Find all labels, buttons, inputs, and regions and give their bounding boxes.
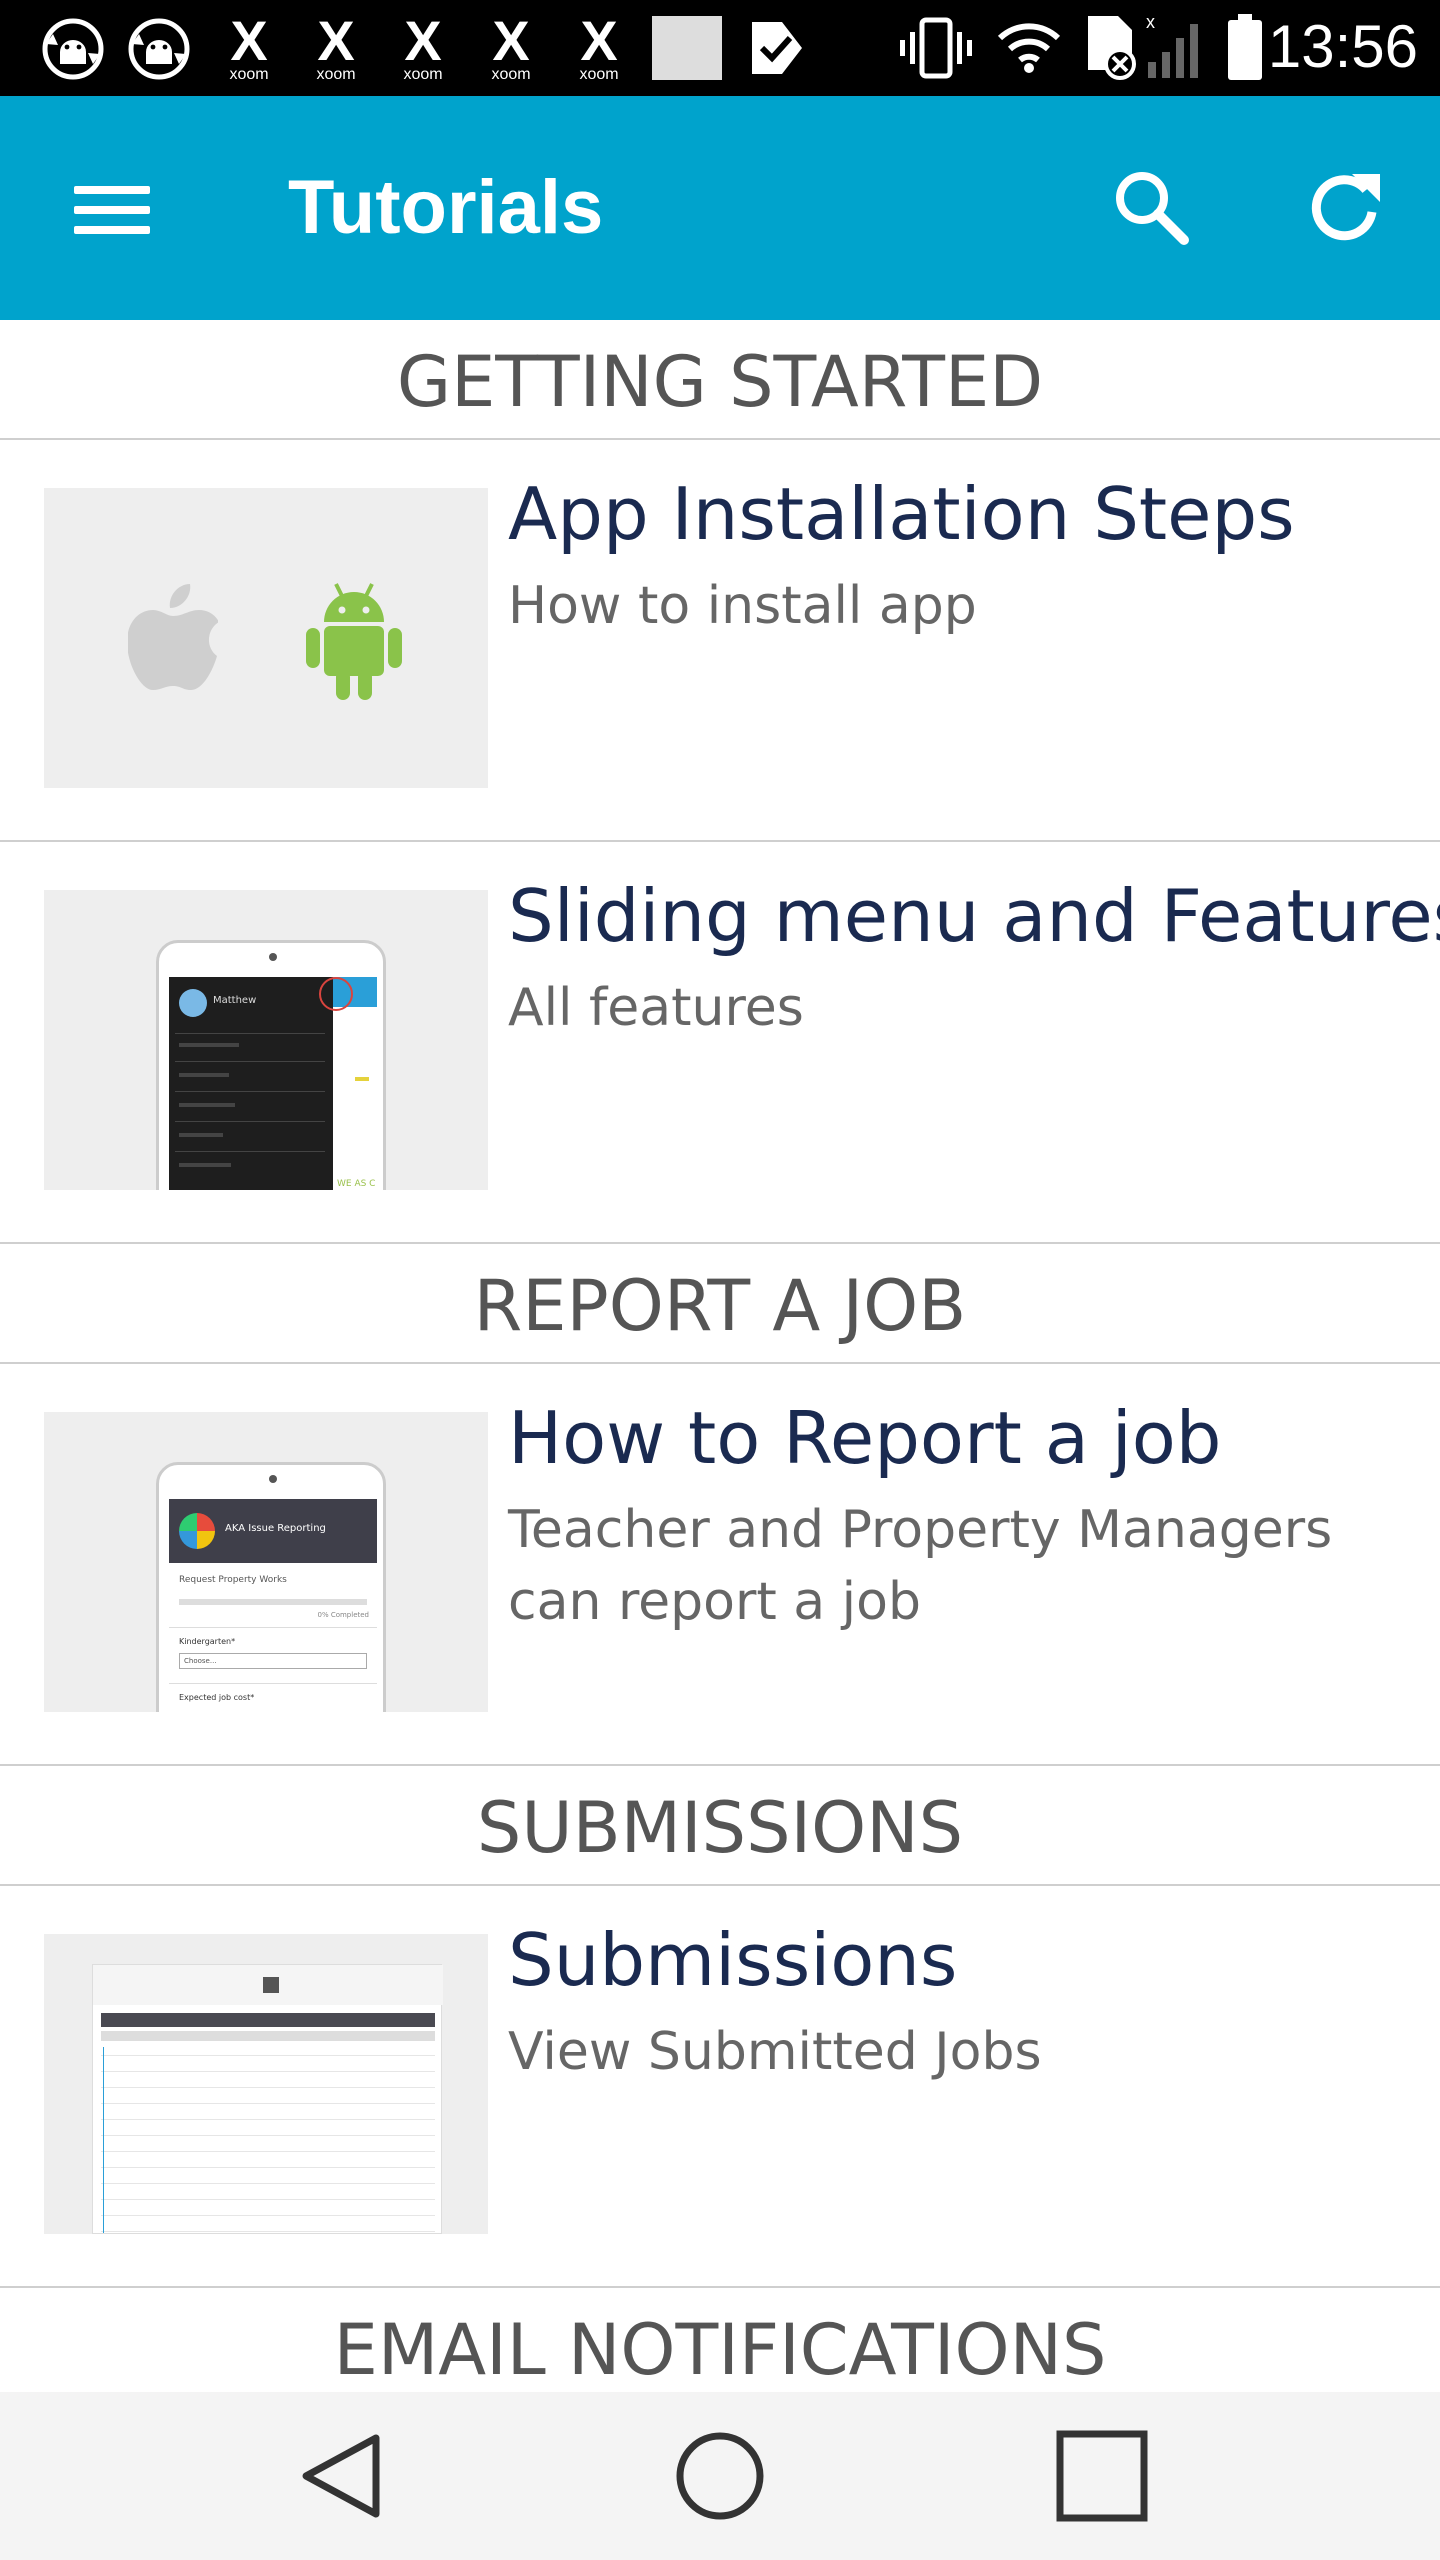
drawer-panel: Matthew	[169, 977, 333, 1190]
item-subtitle: All features	[508, 978, 804, 1038]
menu-button[interactable]	[60, 164, 160, 254]
search-button[interactable]	[1104, 160, 1200, 256]
item-title: App Installation Steps	[508, 472, 1295, 556]
list-item[interactable]: AKA Issue Reporting Request Property Wor…	[0, 1364, 1440, 1766]
list-item[interactable]: Submissions View Submitted Jobs	[0, 1886, 1440, 2288]
recents-icon	[1056, 2430, 1148, 2522]
submissions-thumbnail	[44, 1934, 488, 2234]
xoom-label: xoom	[229, 66, 269, 83]
highlight-circle	[319, 977, 353, 1011]
item-subtitle: Teacher and Property Managers can report…	[508, 1500, 1333, 1632]
xoom-icon: Xxoom	[210, 9, 288, 84]
report-progress: 0% Completed	[317, 1611, 369, 1619]
home-icon	[676, 2432, 764, 2520]
refresh-icon	[1311, 174, 1380, 241]
section-header-report-a-job: REPORT A JOB	[0, 1244, 1440, 1364]
xoom-icon: Xxoom	[472, 9, 550, 84]
clock: 13:56	[1267, 13, 1418, 80]
report-select: Choose...	[179, 1653, 367, 1669]
section-header-email-notifications: EMAIL NOTIFICATIONS	[333, 2309, 1107, 2391]
menu-icon-line	[74, 206, 150, 214]
menu-icon-line	[74, 226, 150, 234]
item-title: How to Report a job	[508, 1396, 1222, 1480]
recents-button[interactable]	[1032, 2420, 1172, 2532]
vibrate-icon	[900, 17, 972, 79]
app-installation-thumbnail	[44, 488, 488, 788]
android-sync-icon	[42, 18, 104, 80]
phone-screen: AKA Issue Reporting Request Property Wor…	[169, 1499, 377, 1712]
report-header-title: AKA Issue Reporting	[225, 1523, 326, 1534]
navigation-bar	[0, 2392, 1440, 2560]
item-subtitle: How to install app	[508, 576, 977, 636]
phone-mockup: Matthew WE AS C	[156, 940, 386, 1190]
svg-text:x: x	[1146, 12, 1155, 32]
list-item[interactable]: App Installation Steps How to install ap…	[0, 440, 1440, 842]
avatar	[179, 989, 207, 1017]
tagline-text: WE AS C	[337, 1179, 376, 1189]
status-bar: Xxoom Xxoom Xxoom Xxoom Xxoom x 13:56	[0, 0, 1440, 96]
blank-notification-icon	[652, 16, 722, 80]
xoom-icon: Xxoom	[384, 9, 462, 84]
item-title: Sliding menu and Features	[508, 874, 1440, 958]
sd-card-error-icon	[1088, 16, 1136, 80]
report-job-thumbnail: AKA Issue Reporting Request Property Wor…	[44, 1412, 488, 1712]
xoom-label: xoom	[316, 66, 356, 83]
list-item[interactable]: Matthew WE AS C Sliding menu and Feature…	[0, 842, 1440, 1244]
app-bar: Tutorials	[0, 96, 1440, 320]
section-header-getting-started: GETTING STARTED	[0, 320, 1440, 440]
tutorial-list[interactable]: GETTING STARTED App Installation Steps H…	[0, 320, 1440, 2392]
section-header-submissions: SUBMISSIONS	[0, 1766, 1440, 1886]
xoom-label: xoom	[491, 66, 531, 83]
task-check-icon	[752, 22, 802, 74]
xoom-icon: Xxoom	[560, 9, 638, 84]
drawer-user-name: Matthew	[213, 995, 257, 1006]
xoom-icon: Xxoom	[297, 9, 375, 84]
wifi-icon	[997, 23, 1061, 73]
phone-mockup: AKA Issue Reporting Request Property Wor…	[156, 1462, 386, 1712]
android-sync-icon	[128, 18, 190, 80]
home-button[interactable]	[650, 2420, 790, 2532]
android-logo-icon	[306, 583, 402, 700]
apple-logo-icon	[128, 584, 218, 690]
xoom-label: xoom	[403, 66, 443, 83]
battery-icon	[1228, 14, 1262, 80]
phone-screen: Matthew WE AS C	[169, 977, 377, 1190]
search-icon	[1116, 172, 1189, 245]
back-icon	[302, 2434, 380, 2518]
item-subtitle: View Submitted Jobs	[508, 2022, 1042, 2082]
report-header-bar: AKA Issue Reporting	[169, 1499, 377, 1563]
report-field-label: Kindergarten*	[179, 1637, 236, 1646]
back-button[interactable]	[272, 2420, 412, 2532]
report-field-label: Expected job cost*	[179, 1693, 255, 1702]
table-mockup	[92, 1964, 443, 2234]
refresh-button[interactable]	[1296, 160, 1392, 256]
report-logo	[179, 1513, 215, 1549]
sliding-menu-thumbnail: Matthew WE AS C	[44, 890, 488, 1190]
xoom-label: xoom	[579, 66, 619, 83]
page-title: Tutorials	[288, 165, 604, 250]
report-form-title: Request Property Works	[179, 1575, 287, 1585]
signal-icon: x	[1146, 12, 1198, 78]
menu-icon-line	[74, 186, 150, 194]
item-title: Submissions	[508, 1918, 958, 2002]
